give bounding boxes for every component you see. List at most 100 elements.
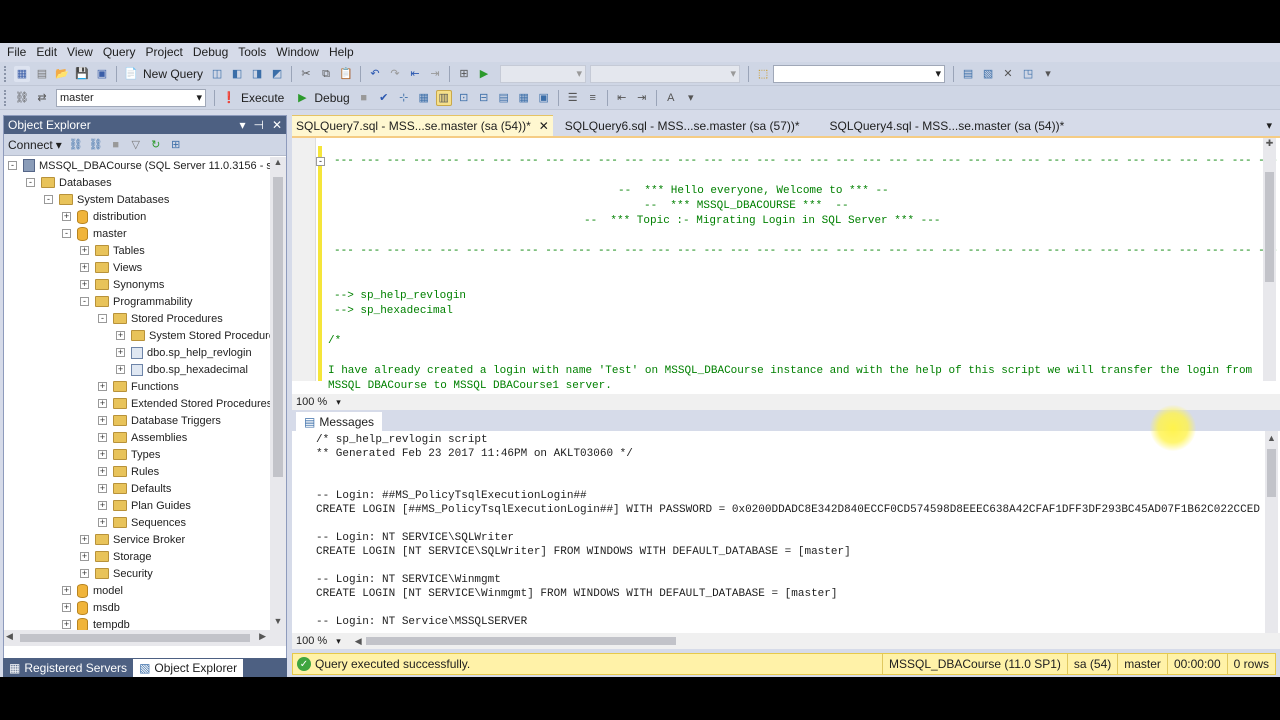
analysis-query-icon[interactable]: ◧ [229, 66, 245, 82]
display-plan-icon[interactable]: ⊹ [396, 90, 412, 106]
client-stats-icon[interactable]: ⊟ [476, 90, 492, 106]
find-combo[interactable]: ▾ [773, 64, 946, 83]
expand-toggle-icon[interactable]: + [80, 552, 89, 561]
window-position-icon[interactable]: ▾ [239, 118, 245, 132]
menu-help[interactable]: Help [324, 43, 359, 62]
split-icon[interactable]: ✚ [1263, 138, 1276, 152]
tree-horizontal-scrollbar[interactable]: ◀ ▶ [4, 630, 286, 646]
messages-scroll-thumb[interactable] [1267, 449, 1276, 497]
execute-icon[interactable]: ❗ [221, 90, 237, 106]
tree-node[interactable]: - Databases [26, 174, 112, 191]
tab-registered-servers[interactable]: ▦ Registered Servers [3, 659, 133, 677]
tree-node[interactable]: + Sequences [98, 514, 186, 531]
query-editor[interactable]: - --- --- --- --- --- --- --- --- --- --… [292, 136, 1280, 394]
toolbar-options-icon[interactable]: ▾ [683, 90, 699, 106]
expand-toggle-icon[interactable]: + [116, 348, 125, 357]
tree-node[interactable]: + dbo.sp_help_revlogin [116, 344, 252, 361]
template-explorer-icon[interactable]: ✕ [1000, 66, 1016, 82]
tree-node[interactable]: - System Databases [44, 191, 169, 208]
paste-icon[interactable]: 📋 [338, 66, 354, 82]
solution-config-icon[interactable]: ⊞ [456, 66, 472, 82]
include-plan-icon[interactable]: ⊡ [456, 90, 472, 106]
decrease-indent-icon[interactable]: ⇤ [614, 90, 630, 106]
refresh-icon[interactable]: ↻ [148, 137, 164, 153]
comment-lines-icon[interactable]: ☰ [565, 90, 581, 106]
available-databases-select[interactable]: master ▾ [56, 88, 206, 107]
tree-node[interactable]: - MSSQL_DBACourse (SQL Server 11.0.3156 -… [8, 157, 270, 174]
close-icon[interactable]: ✕ [272, 118, 282, 132]
tab-object-explorer[interactable]: ▧ Object Explorer [133, 659, 244, 677]
tree-hscroll-thumb[interactable] [20, 634, 250, 642]
parse-icon[interactable]: ✔ [376, 90, 392, 106]
tab-sqlquery7[interactable]: SQLQuery7.sql - MSS...se.master (sa (54)… [292, 115, 553, 136]
expand-toggle-icon[interactable]: + [80, 263, 89, 272]
outline-collapse-icon[interactable]: - [316, 157, 325, 166]
execute-button[interactable]: Execute [241, 91, 284, 105]
tree-node[interactable]: + dbo.sp_hexadecimal [116, 361, 248, 378]
expand-toggle-icon[interactable]: + [116, 365, 125, 374]
connect-dropdown[interactable]: Connect ▾ [8, 138, 62, 152]
activity-monitor-icon[interactable]: ⊞ [168, 137, 184, 153]
expand-toggle-icon[interactable]: + [80, 246, 89, 255]
expand-toggle-icon[interactable]: + [98, 467, 107, 476]
collapse-toggle-icon[interactable]: - [80, 297, 89, 306]
expand-toggle-icon[interactable]: + [80, 535, 89, 544]
new-query-icon[interactable]: 📄 [123, 66, 139, 82]
filter-icon[interactable]: ▽ [128, 137, 144, 153]
expand-toggle-icon[interactable]: + [98, 399, 107, 408]
menu-window[interactable]: Window [271, 43, 324, 62]
new-query-button[interactable]: New Query [143, 67, 203, 81]
copy-icon[interactable]: ⧉ [318, 66, 334, 82]
collapse-toggle-icon[interactable]: - [98, 314, 107, 323]
find-in-files-icon[interactable]: ⬚ [755, 66, 771, 82]
increase-indent-icon[interactable]: ⇥ [634, 90, 650, 106]
tree-node[interactable]: + Defaults [98, 480, 171, 497]
save-all-icon[interactable]: ▣ [94, 66, 110, 82]
results-to-file-icon[interactable]: ▣ [536, 90, 552, 106]
more-options-icon[interactable]: ▾ [1040, 66, 1056, 82]
tree-node[interactable]: - master [62, 225, 127, 242]
tree-node[interactable]: - Programmability [80, 293, 192, 310]
specify-values-icon[interactable]: A [663, 90, 679, 106]
menu-query[interactable]: Query [98, 43, 141, 62]
tab-sqlquery4[interactable]: SQLQuery4.sql - MSS...se.master (sa (54)… [826, 115, 1069, 136]
tree-node[interactable]: + Storage [80, 548, 152, 565]
collapse-toggle-icon[interactable]: - [62, 229, 71, 238]
tab-list-dropdown-icon[interactable]: ▾ [1266, 119, 1272, 132]
tree-node[interactable]: + Extended Stored Procedures [98, 395, 270, 412]
menu-debug[interactable]: Debug [188, 43, 233, 62]
tree-node[interactable]: + distribution [62, 208, 146, 225]
tree-vertical-scrollbar[interactable]: ▲ ▼ [270, 157, 286, 630]
change-connection-icon[interactable]: ⇄ [34, 90, 50, 106]
tree-node[interactable]: + Synonyms [80, 276, 164, 293]
tab-sqlquery6[interactable]: SQLQuery6.sql - MSS...se.master (sa (57)… [561, 115, 804, 136]
tree-node[interactable]: - Stored Procedures [98, 310, 223, 327]
menu-file[interactable]: File [2, 43, 31, 62]
tree-node[interactable]: + Security [80, 565, 153, 582]
open-file-icon[interactable]: 📂 [54, 66, 70, 82]
tree-node[interactable]: + model [62, 582, 123, 599]
toolbar-grip[interactable] [4, 65, 8, 82]
menu-view[interactable]: View [62, 43, 98, 62]
results-to-text-icon[interactable]: ▤ [496, 90, 512, 106]
navigate-back-icon[interactable]: ⇤ [407, 66, 423, 82]
collapse-toggle-icon[interactable]: - [8, 161, 17, 170]
undo-icon[interactable]: ↶ [367, 66, 383, 82]
cut-icon[interactable]: ✂ [298, 66, 314, 82]
tree-node[interactable]: + Views [80, 259, 142, 276]
expand-toggle-icon[interactable]: + [62, 212, 71, 221]
toolbar-grip-2[interactable] [4, 89, 8, 106]
connect-oe-icon[interactable]: ⛓ [68, 137, 84, 153]
expand-toggle-icon[interactable]: + [98, 382, 107, 391]
xmla-query-icon[interactable]: ◩ [269, 66, 285, 82]
tree-node[interactable]: + Tables [80, 242, 145, 259]
collapse-toggle-icon[interactable]: - [44, 195, 53, 204]
close-tab-icon[interactable]: ✕ [539, 119, 549, 133]
tree-node[interactable]: + tempdb [62, 616, 130, 630]
tree-node[interactable]: + msdb [62, 599, 120, 616]
tree-node[interactable]: + Database Triggers [98, 412, 221, 429]
debug-icon[interactable]: ▶ [294, 90, 310, 106]
tree-node[interactable]: + Types [98, 446, 160, 463]
menu-project[interactable]: Project [141, 43, 188, 62]
start-icon[interactable]: ▶ [476, 66, 492, 82]
